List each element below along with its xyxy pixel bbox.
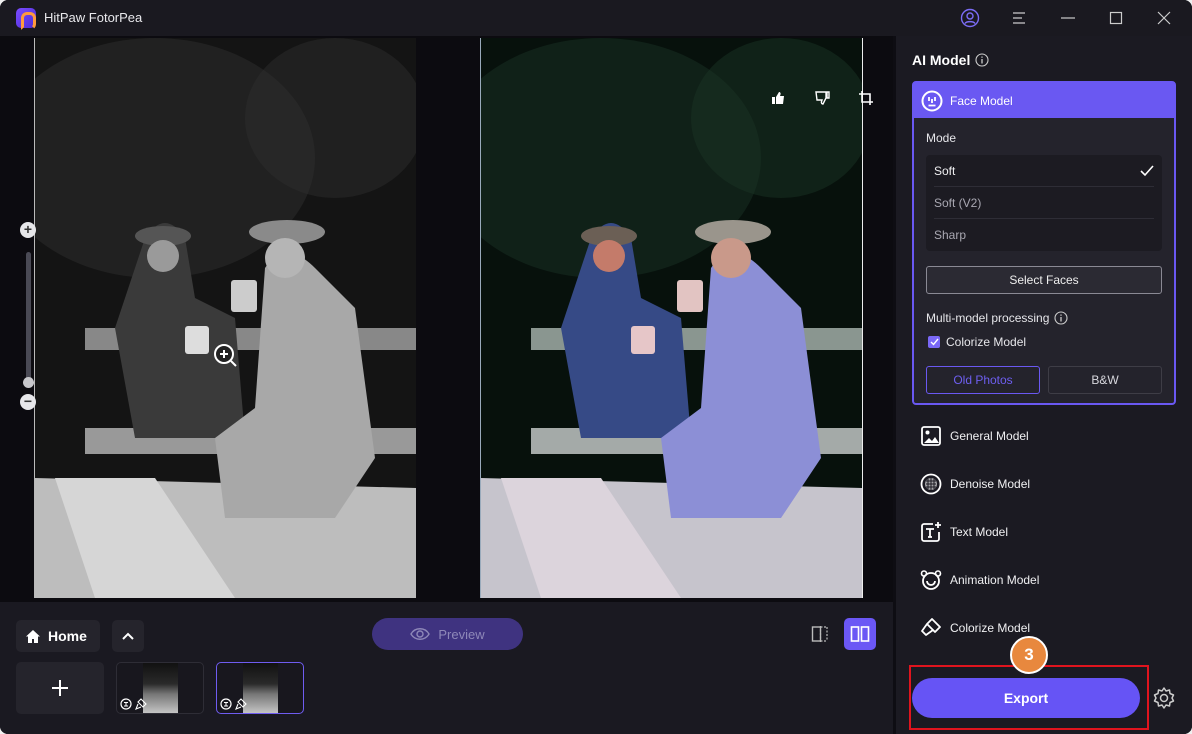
thumbs-down-icon — [815, 91, 830, 105]
account-button[interactable] — [956, 6, 984, 30]
side-by-side-view-button[interactable] — [844, 618, 876, 650]
zoom-thumb[interactable] — [23, 377, 34, 388]
preview-label: Preview — [438, 626, 485, 642]
split-view-button[interactable] — [804, 618, 836, 650]
animation-model-item[interactable]: Animation Model — [920, 568, 1039, 592]
multi-model-text: Multi-model processing — [926, 311, 1050, 325]
info-icon[interactable] — [975, 53, 989, 67]
colorize-model-icon — [235, 698, 247, 710]
mode-option-sharp[interactable]: Sharp — [934, 219, 1154, 251]
face-model-label: Face Model — [950, 93, 1013, 108]
text-icon — [921, 522, 941, 542]
account-icon — [960, 8, 980, 28]
side-by-side-icon — [850, 626, 870, 642]
chevron-up-icon — [122, 632, 134, 640]
checkbox-checked-icon[interactable] — [928, 336, 940, 348]
zoom-in-button[interactable]: + — [20, 222, 36, 238]
thumbnail-2[interactable] — [216, 662, 304, 714]
zoom-track[interactable] — [26, 252, 31, 380]
home-button[interactable]: Home — [16, 620, 100, 652]
face-model-icon — [120, 698, 132, 710]
zoom-slider[interactable]: + − — [20, 222, 36, 412]
menu-button[interactable] — [1005, 6, 1033, 30]
home-icon — [26, 629, 40, 643]
select-faces-button[interactable]: Select Faces — [926, 266, 1162, 294]
face-model-icon — [220, 698, 232, 710]
model-label: Colorize Model — [950, 621, 1031, 635]
info-icon[interactable] — [1054, 311, 1068, 325]
model-label: General Model — [950, 429, 1029, 443]
multi-model-label: Multi-model processing — [926, 311, 1068, 325]
plus-icon — [52, 680, 68, 696]
brush-icon — [921, 618, 941, 636]
export-button[interactable]: Export — [912, 678, 1140, 718]
checkmark-icon — [1140, 165, 1154, 177]
settings-button[interactable] — [1152, 686, 1176, 715]
crop-button[interactable] — [858, 90, 874, 111]
panel-title: AI Model — [912, 52, 989, 68]
maximize-icon — [1109, 11, 1123, 25]
original-image[interactable] — [34, 38, 416, 598]
mode-option-label: Soft — [934, 164, 956, 178]
eye-icon — [410, 628, 431, 640]
mode-option-soft[interactable]: Soft — [934, 155, 1154, 187]
panel-title-text: AI Model — [912, 52, 971, 68]
model-label: Text Model — [950, 525, 1009, 539]
face-model-header[interactable]: Face Model — [914, 83, 1174, 118]
bottom-bar: Home Preview — [0, 602, 893, 734]
bw-option[interactable]: B&W — [1048, 366, 1162, 394]
face-model-icon — [921, 90, 943, 111]
preview-button[interactable]: Preview — [372, 618, 523, 650]
close-icon — [1157, 11, 1171, 25]
ai-model-panel: AI Model Face Model Mode Soft Soft (V2) … — [896, 36, 1192, 734]
colorize-model-icon — [135, 698, 147, 710]
mode-option-soft-v2[interactable]: Soft (V2) — [934, 187, 1154, 219]
app-logo-icon — [16, 8, 36, 30]
magnifier-icon[interactable] — [212, 342, 238, 368]
colorize-model-checkbox[interactable]: Colorize Model — [928, 335, 1026, 349]
old-photos-option[interactable]: Old Photos — [926, 366, 1040, 394]
model-label: Animation Model — [950, 573, 1040, 587]
maximize-button[interactable] — [1102, 6, 1130, 30]
collapse-button[interactable] — [112, 620, 144, 652]
close-button[interactable] — [1150, 6, 1178, 30]
split-view-icon — [811, 626, 828, 642]
app-title: HitPaw FotorPea — [44, 10, 143, 25]
minimize-icon — [1061, 17, 1075, 19]
general-model-item[interactable]: General Model — [920, 424, 1029, 448]
denoise-icon — [920, 473, 942, 495]
face-model-card: Face Model Mode Soft Soft (V2) Sharp Sel… — [912, 81, 1176, 405]
mode-option-label: Soft (V2) — [934, 196, 982, 210]
step-badge: 3 — [1010, 636, 1048, 674]
home-label: Home — [48, 628, 87, 644]
menu-icon — [1013, 12, 1025, 24]
app-window: HitPaw FotorPea + − Home Preview AI Mode… — [0, 0, 1192, 734]
colorize-checkbox-label: Colorize Model — [946, 335, 1027, 349]
mode-label: Mode — [926, 131, 957, 145]
add-image-button[interactable] — [16, 662, 104, 714]
gear-icon — [1153, 687, 1175, 709]
animation-icon — [920, 570, 942, 590]
minimize-button[interactable] — [1054, 6, 1082, 30]
colorize-model-item[interactable]: Colorize Model — [920, 616, 1030, 640]
text-model-item[interactable]: Text Model — [920, 520, 1008, 544]
image-canvas: + − — [0, 36, 893, 602]
title-bar: HitPaw FotorPea — [0, 0, 1192, 36]
original-photo-scene — [35, 38, 416, 598]
thumbnail-image — [243, 663, 278, 713]
denoise-model-item[interactable]: Denoise Model — [920, 472, 1030, 496]
result-image[interactable] — [480, 38, 863, 598]
crop-icon — [859, 91, 873, 105]
thumbs-up-icon — [772, 92, 784, 104]
thumbnail-image — [143, 663, 178, 713]
mode-option-label: Sharp — [934, 228, 967, 242]
zoom-out-button[interactable]: − — [20, 394, 36, 410]
colorized-photo-scene — [481, 38, 862, 598]
thumbnail-1[interactable] — [116, 662, 204, 714]
mode-list: Soft Soft (V2) Sharp — [926, 155, 1162, 251]
image-icon — [921, 426, 941, 446]
thumbs-down-button[interactable] — [814, 90, 830, 111]
model-label: Denoise Model — [950, 477, 1031, 491]
thumbs-up-button[interactable] — [770, 90, 786, 111]
